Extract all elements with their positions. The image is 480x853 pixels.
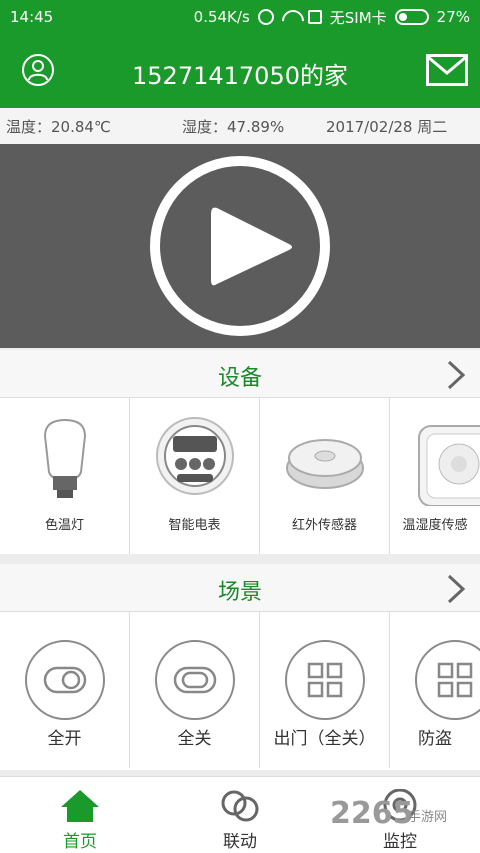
no-sim-icon [307, 10, 322, 24]
device-item-infrared[interactable]: 红外传感器 [260, 398, 390, 554]
scenes-section: 场景 全开 全关 出门（全关） 防盗 [0, 564, 480, 770]
scene-item-leave-home[interactable]: 出门（全关） [260, 612, 390, 768]
scenes-title: 场景 [217, 580, 262, 605]
scene-label: 出门（全关） [273, 729, 376, 749]
app-header: 15271417050的家 [0, 34, 480, 108]
battery-icon [394, 9, 429, 25]
status-speed: 0.54K/s [193, 8, 250, 26]
humidity-sensor-icon [418, 425, 480, 506]
status-bar: 14:45 0.54K/s 无SIM卡 27% [0, 0, 480, 34]
devices-grid: 色温灯 智能电表 红外传感器 温湿度传感 [0, 398, 480, 554]
tab-home[interactable]: 首页 [20, 777, 140, 853]
scene-label: 防盗 [418, 729, 452, 749]
tab-label: 联动 [223, 832, 257, 852]
scene-item-anti-theft[interactable]: 防盗 [390, 612, 480, 768]
devices-header[interactable]: 设备 [0, 350, 480, 398]
device-label: 温湿度传感 [402, 518, 468, 533]
toggle-icon [155, 640, 235, 720]
status-time: 14:45 [10, 8, 54, 26]
device-label: 红外传感器 [291, 518, 357, 533]
tab-linkage[interactable]: 联动 [180, 777, 300, 853]
date-readout: 2017/02/28 周二 [326, 117, 448, 136]
tab-label: 首页 [63, 832, 97, 852]
device-item-humidity[interactable]: 温湿度传感 [390, 398, 480, 554]
wifi-icon [282, 10, 300, 24]
toggle-icon [25, 640, 105, 720]
page-title: 15271417050的家 [132, 62, 348, 90]
scenes-header[interactable]: 场景 [0, 564, 480, 612]
bulb-icon [43, 418, 87, 498]
mail-icon [426, 54, 468, 86]
chevron-right-icon[interactable] [446, 574, 466, 604]
environment-info-bar: 温度：20.84℃ 湿度：47.89% 2017/02/28 周二 [0, 108, 480, 144]
alarm-icon [257, 9, 274, 25]
grid-icon [285, 640, 365, 720]
scenes-grid: 全开 全关 出门（全关） 防盗 [0, 612, 480, 768]
home-icon [61, 790, 99, 822]
link-icon [221, 790, 259, 822]
message-button[interactable] [426, 54, 468, 86]
play-button[interactable] [150, 156, 330, 336]
device-label: 智能电表 [168, 518, 221, 533]
device-item-bulb[interactable]: 色温灯 [0, 398, 130, 554]
scene-label: 全开 [47, 729, 82, 749]
status-sim: 无SIM卡 [329, 8, 387, 27]
video-player[interactable] [0, 144, 480, 348]
status-battery: 27% [436, 8, 470, 26]
scene-item-all-on[interactable]: 全开 [0, 612, 130, 768]
chevron-right-icon[interactable] [446, 360, 466, 390]
watermark-sub: 手游网 [408, 810, 448, 825]
infrared-sensor-icon [286, 439, 364, 489]
device-item-meter[interactable]: 智能电表 [130, 398, 260, 554]
humidity-readout: 湿度：47.89% [182, 117, 285, 136]
play-icon [211, 207, 292, 286]
scene-label: 全关 [177, 729, 212, 749]
watermark-logo: 2265 手游网 [330, 796, 480, 840]
devices-section: 设备 色温灯 智能电表 红外传感器 温湿度传感 [0, 350, 480, 554]
devices-title: 设备 [217, 366, 262, 391]
scene-item-all-off[interactable]: 全关 [130, 612, 260, 768]
temperature-readout: 温度：20.84℃ [6, 117, 111, 136]
watermark-text: 2265 [330, 796, 414, 831]
grid-icon [415, 640, 480, 720]
meter-icon [156, 417, 234, 495]
device-label: 色温灯 [44, 518, 84, 533]
